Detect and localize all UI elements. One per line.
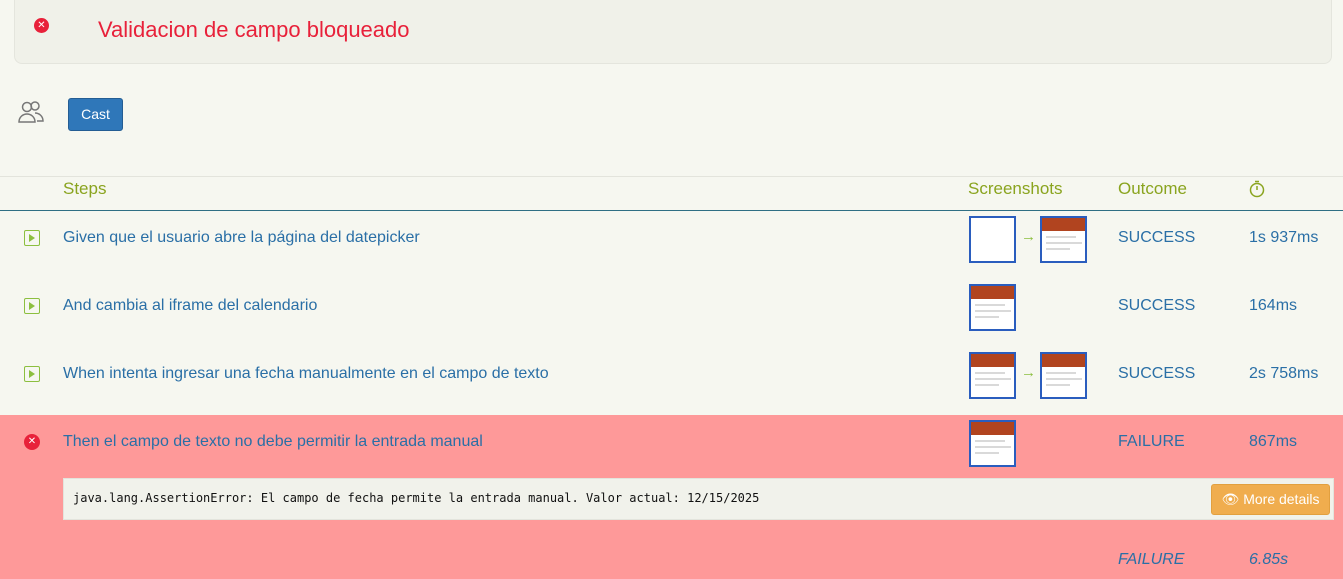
- summary-outcome: FAILURE: [1118, 551, 1185, 568]
- error-message: java.lang.AssertionError: El campo de fe…: [73, 491, 760, 505]
- error-icon: ✕: [34, 18, 49, 33]
- play-icon: [24, 230, 40, 246]
- steps-header: Steps: [63, 179, 107, 198]
- duration-label: 2s 758ms: [1249, 365, 1319, 382]
- screenshot-thumbnail[interactable]: [969, 216, 1016, 263]
- eye-icon: 👁: [1221, 491, 1240, 507]
- people-icon: [18, 101, 44, 123]
- outcome-label: FAILURE: [1118, 433, 1185, 450]
- step-link[interactable]: When intenta ingresar una fecha manualme…: [63, 365, 549, 383]
- step-row: And cambia al iframe del calendario SUCC…: [0, 279, 1343, 347]
- scenario-title: Validacion de campo bloqueado: [98, 17, 410, 42]
- more-details-label: More details: [1243, 491, 1320, 507]
- play-icon: [24, 298, 40, 314]
- error-icon: ✕: [24, 434, 40, 450]
- step-row: Given que el usuario abre la página del …: [0, 211, 1343, 279]
- screenshot-thumbnail[interactable]: [969, 420, 1016, 467]
- step-row: When intenta ingresar una fecha manualme…: [0, 347, 1343, 415]
- step-link[interactable]: Given que el usuario abre la página del …: [63, 229, 420, 247]
- screenshot-thumbnail[interactable]: [969, 284, 1016, 331]
- duration-label: 867ms: [1249, 433, 1298, 450]
- more-details-button[interactable]: 👁 More details: [1211, 484, 1330, 515]
- screenshot-thumbnail[interactable]: [1040, 216, 1087, 263]
- error-message-box: java.lang.AssertionError: El campo de fe…: [63, 478, 1334, 520]
- step-link[interactable]: Then el campo de texto no debe permitir …: [63, 433, 483, 451]
- cast-button[interactable]: Cast: [68, 98, 123, 131]
- screenshot-thumbnail[interactable]: [1040, 352, 1087, 399]
- screenshots-header: Screenshots: [968, 179, 1063, 198]
- outcome-label: SUCCESS: [1118, 365, 1196, 382]
- scenario-title-panel: ✕ Validacion de campo bloqueado: [14, 0, 1332, 64]
- step-link[interactable]: And cambia al iframe del calendario: [63, 297, 317, 315]
- arrow-right-icon: →: [1021, 364, 1036, 381]
- duration-label: 1s 937ms: [1249, 229, 1319, 246]
- steps-table-header: Steps Screenshots Outcome: [0, 176, 1343, 211]
- stopwatch-icon: [1249, 180, 1265, 198]
- outcome-label: SUCCESS: [1118, 297, 1196, 314]
- outcome-label: SUCCESS: [1118, 229, 1196, 246]
- summary-duration: 6.85s: [1249, 551, 1289, 568]
- screenshot-thumbnail[interactable]: [969, 352, 1016, 399]
- arrow-right-icon: →: [1021, 228, 1036, 245]
- play-icon: [24, 366, 40, 382]
- duration-label: 164ms: [1249, 297, 1298, 314]
- outcome-header: Outcome: [1118, 179, 1187, 198]
